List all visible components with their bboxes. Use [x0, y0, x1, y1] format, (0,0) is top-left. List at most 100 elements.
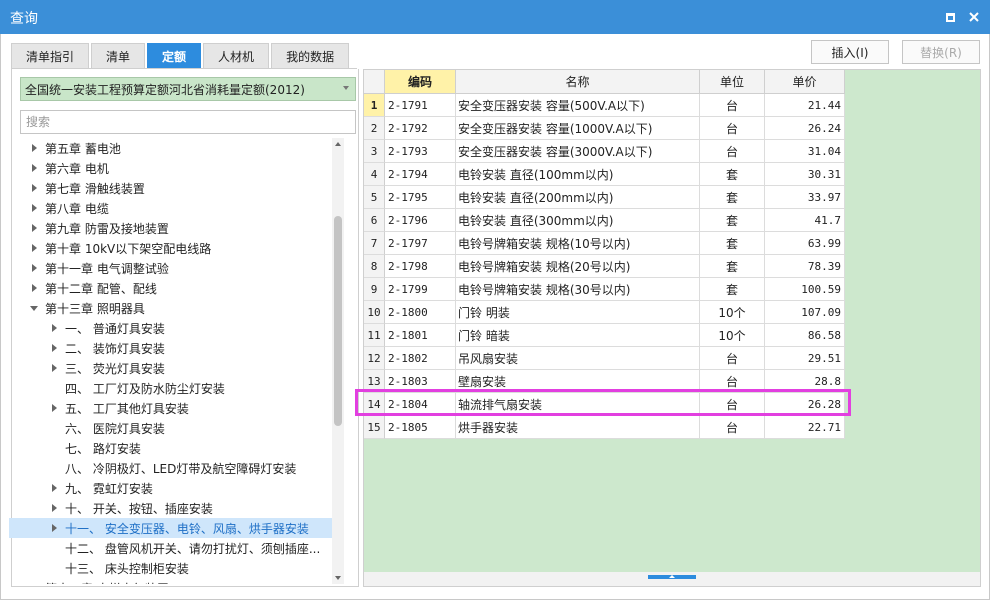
- table-row[interactable]: 15 2-1805 烘手器安装台 22.71: [364, 416, 845, 439]
- cell-unit[interactable]: 套: [700, 255, 765, 278]
- table-row[interactable]: 11 2-1801 门铃 暗装 10个 86.58: [364, 324, 845, 347]
- tree-scrollbar[interactable]: [332, 138, 344, 584]
- cell-code[interactable]: 2-1796: [385, 209, 456, 232]
- row-number[interactable]: 5: [364, 186, 385, 209]
- cell-price[interactable]: 63.99: [765, 232, 845, 255]
- tree-item[interactable]: 十、 开关、按钮、插座安装: [9, 498, 332, 518]
- table-row[interactable]: 4 2-1794 电铃安装 直径(100mm以内) 套 30.31: [364, 163, 845, 186]
- insert-button[interactable]: 插入(I): [811, 40, 889, 64]
- expand-arrow-icon[interactable]: [29, 583, 39, 584]
- cell-name[interactable]: 电铃安装 直径(200mm以内): [456, 186, 700, 209]
- collapse-arrow-icon[interactable]: [29, 303, 39, 313]
- row-number[interactable]: 14: [364, 393, 385, 416]
- tree-item[interactable]: 第十三章 照明器具: [9, 298, 332, 318]
- column-header-price[interactable]: 单价: [765, 70, 845, 94]
- cell-unit[interactable]: 台: [700, 370, 765, 393]
- expand-arrow-icon[interactable]: [29, 263, 39, 273]
- table-row[interactable]: 14 2-1804 轴流排气扇安装台 26.28: [364, 393, 845, 416]
- cell-price[interactable]: 26.24: [765, 117, 845, 140]
- cell-code[interactable]: 2-1791: [385, 94, 456, 117]
- cell-unit[interactable]: 台: [700, 347, 765, 370]
- maximize-button[interactable]: [942, 9, 958, 25]
- cell-name[interactable]: 电铃号牌箱安装 规格(30号以内): [456, 278, 700, 301]
- quota-library-select[interactable]: 全国统一安装工程预算定额河北省消耗量定额(2012): [20, 77, 356, 101]
- cell-name[interactable]: 电铃安装 直径(100mm以内): [456, 163, 700, 186]
- row-number[interactable]: 6: [364, 209, 385, 232]
- table-row[interactable]: 2 2-1792 安全变压器安装 容量(1000V.A以下) 台 26.24: [364, 117, 845, 140]
- tree-item[interactable]: 十二、 盘管风机开关、请勿打扰灯、须刨插座...: [9, 538, 332, 558]
- close-button[interactable]: [966, 9, 982, 25]
- tree-item[interactable]: 八、 冷阴极灯、LED灯带及航空障碍灯安装: [9, 458, 332, 478]
- cell-unit[interactable]: 套: [700, 186, 765, 209]
- tree-item[interactable]: 第七章 滑触线装置: [9, 178, 332, 198]
- tree-item[interactable]: 一、 普通灯具安装: [9, 318, 332, 338]
- grid-horizontal-scrollbar[interactable]: [364, 572, 980, 586]
- cell-code[interactable]: 2-1799: [385, 278, 456, 301]
- cell-code[interactable]: 2-1805: [385, 416, 456, 439]
- tree-item[interactable]: 二、 装饰灯具安装: [9, 338, 332, 358]
- column-header-code[interactable]: 编码: [385, 70, 456, 94]
- cell-price[interactable]: 41.7: [765, 209, 845, 232]
- cell-unit[interactable]: 套: [700, 232, 765, 255]
- cell-code[interactable]: 2-1803: [385, 370, 456, 393]
- table-row[interactable]: 5 2-1795 电铃安装 直径(200mm以内) 套 33.97: [364, 186, 845, 209]
- table-row[interactable]: 13 2-1803 壁扇安装台 28.8: [364, 370, 845, 393]
- table-row[interactable]: 9 2-1799 电铃号牌箱安装 规格(30号以内) 套 100.59: [364, 278, 845, 301]
- cell-code[interactable]: 2-1801: [385, 324, 456, 347]
- tab-labor-material-machine[interactable]: 人材机: [203, 43, 270, 69]
- cell-name[interactable]: 电铃安装 直径(300mm以内): [456, 209, 700, 232]
- tab-bill[interactable]: 清单: [91, 43, 146, 69]
- cell-code[interactable]: 2-1792: [385, 117, 456, 140]
- expand-arrow-icon[interactable]: [49, 503, 59, 513]
- row-number[interactable]: 1: [364, 94, 385, 117]
- cell-price[interactable]: 21.44: [765, 94, 845, 117]
- cell-unit[interactable]: 10个: [700, 301, 765, 324]
- row-number[interactable]: 13: [364, 370, 385, 393]
- cell-price[interactable]: 86.58: [765, 324, 845, 347]
- cell-name[interactable]: 安全变压器安装 容量(500V.A以下): [456, 94, 700, 117]
- tree-item[interactable]: 第十章 10kV以下架空配电线路: [9, 238, 332, 258]
- column-header-unit[interactable]: 单位: [700, 70, 765, 94]
- expand-arrow-icon[interactable]: [49, 483, 59, 493]
- cell-code[interactable]: 2-1800: [385, 301, 456, 324]
- tab-bill-guide[interactable]: 清单指引: [11, 43, 90, 69]
- cell-code[interactable]: 2-1802: [385, 347, 456, 370]
- expand-arrow-icon[interactable]: [49, 523, 59, 533]
- table-row[interactable]: 12 2-1802 吊风扇安装台 29.51: [364, 347, 845, 370]
- tree-item[interactable]: 第八章 电缆: [9, 198, 332, 218]
- cell-unit[interactable]: 10个: [700, 324, 765, 347]
- row-number[interactable]: 10: [364, 301, 385, 324]
- tree-item[interactable]: 十一、 安全变压器、电铃、风扇、烘手器安装: [9, 518, 332, 538]
- row-number[interactable]: 12: [364, 347, 385, 370]
- cell-name[interactable]: 安全变压器安装 容量(3000V.A以下): [456, 140, 700, 163]
- table-row[interactable]: 6 2-1796 电铃安装 直径(300mm以内) 套 41.7: [364, 209, 845, 232]
- cell-unit[interactable]: 台: [700, 94, 765, 117]
- cell-code[interactable]: 2-1795: [385, 186, 456, 209]
- tree-item[interactable]: 七、 路灯安装: [9, 438, 332, 458]
- cell-code[interactable]: 2-1794: [385, 163, 456, 186]
- search-input[interactable]: [20, 110, 356, 134]
- cell-price[interactable]: 107.09: [765, 301, 845, 324]
- cell-name[interactable]: 吊风扇安装: [456, 347, 700, 370]
- tree-item[interactable]: 五、 工厂其他灯具安装: [9, 398, 332, 418]
- table-row[interactable]: 8 2-1798 电铃号牌箱安装 规格(20号以内) 套 78.39: [364, 255, 845, 278]
- replace-button[interactable]: 替换(R): [902, 40, 980, 64]
- expand-arrow-icon[interactable]: [29, 243, 39, 253]
- scroll-down-icon[interactable]: [335, 576, 341, 580]
- cell-name[interactable]: 安全变压器安装 容量(1000V.A以下): [456, 117, 700, 140]
- tree-item[interactable]: 第十四章 电梯电气装置: [9, 578, 332, 585]
- cell-code[interactable]: 2-1804: [385, 393, 456, 416]
- cell-unit[interactable]: 台: [700, 416, 765, 439]
- expand-arrow-icon[interactable]: [29, 183, 39, 193]
- table-row[interactable]: 3 2-1793 安全变压器安装 容量(3000V.A以下) 台 31.04: [364, 140, 845, 163]
- expand-arrow-icon[interactable]: [49, 363, 59, 373]
- tree-item[interactable]: 第九章 防雷及接地装置: [9, 218, 332, 238]
- row-number[interactable]: 7: [364, 232, 385, 255]
- expand-arrow-icon[interactable]: [29, 203, 39, 213]
- cell-price[interactable]: 100.59: [765, 278, 845, 301]
- cell-name[interactable]: 电铃号牌箱安装 规格(10号以内): [456, 232, 700, 255]
- tree-item[interactable]: 九、 霓虹灯安装: [9, 478, 332, 498]
- cell-code[interactable]: 2-1797: [385, 232, 456, 255]
- column-header-name[interactable]: 名称: [456, 70, 700, 94]
- row-number[interactable]: 4: [364, 163, 385, 186]
